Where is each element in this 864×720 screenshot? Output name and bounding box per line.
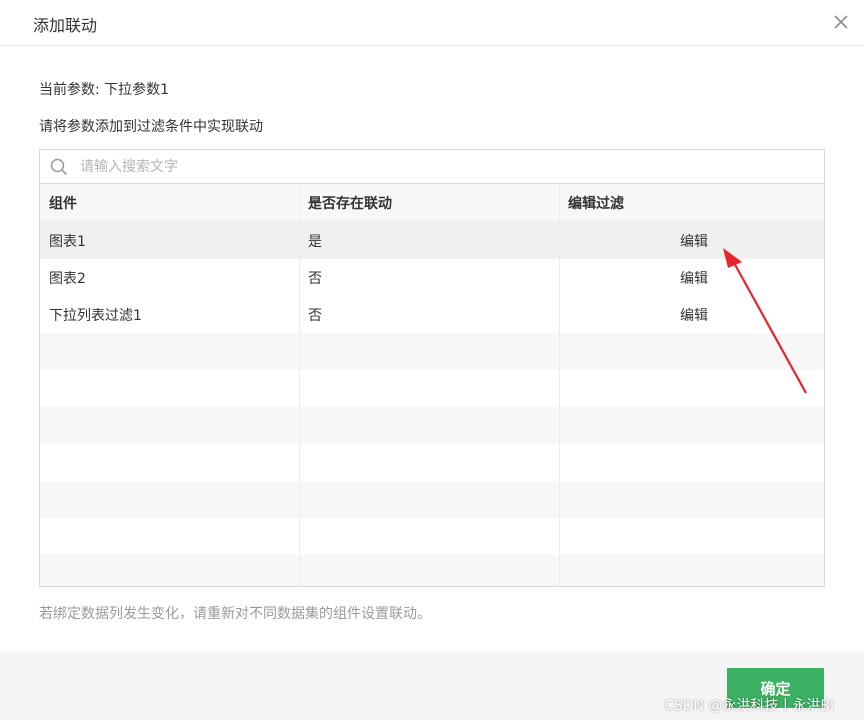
table-header-row: 组件 是否存在联动 编辑过滤	[40, 184, 824, 222]
component-cell: 下拉列表过滤1	[49, 307, 142, 324]
table-row[interactable]: 下拉列表过滤1 否 编辑	[40, 296, 824, 333]
linked-cell: 否	[308, 270, 322, 287]
empty-row	[40, 444, 824, 481]
table-row[interactable]: 图表1 是 编辑	[40, 222, 824, 259]
close-icon	[834, 15, 848, 29]
component-cell: 图表2	[49, 270, 86, 287]
edit-filter-link[interactable]: 编辑	[680, 259, 708, 296]
dialog-title: 添加联动	[33, 16, 98, 35]
search-box[interactable]	[39, 149, 825, 184]
column-header-linked: 是否存在联动	[308, 195, 392, 212]
column-header-component: 组件	[49, 195, 77, 212]
edit-filter-link[interactable]: 编辑	[680, 222, 708, 259]
linked-cell: 是	[308, 233, 322, 250]
edit-filter-link[interactable]: 编辑	[680, 296, 708, 333]
search-icon	[50, 158, 68, 176]
empty-row	[40, 370, 824, 407]
table-row[interactable]: 图表2 否 编辑	[40, 259, 824, 296]
component-cell: 图表1	[49, 233, 86, 250]
watermark-text: CSDN @永洪科技丨永洪BI	[664, 698, 835, 714]
linkage-table: 组件 是否存在联动 编辑过滤 图表1 是 编辑 图表2 否 编辑 下拉列表过滤1…	[39, 184, 825, 587]
footnote-text: 若绑定数据列发生变化，请重新对不同数据集的组件设置联动。	[39, 606, 431, 622]
empty-row	[40, 481, 824, 518]
column-divider	[559, 184, 560, 586]
current-parameter-text: 当前参数: 下拉参数1	[39, 82, 170, 98]
search-input[interactable]	[80, 155, 810, 179]
empty-row	[40, 407, 824, 444]
add-linkage-dialog: 添加联动 当前参数: 下拉参数1 请将参数添加到过滤条件中实现联动 组件 是否存…	[0, 0, 864, 720]
column-header-edit-filter: 编辑过滤	[568, 195, 624, 212]
empty-row	[40, 333, 824, 370]
linked-cell: 否	[308, 307, 322, 324]
column-divider	[299, 184, 300, 586]
dialog-header: 添加联动	[0, 0, 864, 46]
instruction-text: 请将参数添加到过滤条件中实现联动	[39, 119, 263, 135]
empty-row	[40, 518, 824, 555]
empty-row	[40, 555, 824, 586]
close-button[interactable]	[830, 11, 852, 33]
